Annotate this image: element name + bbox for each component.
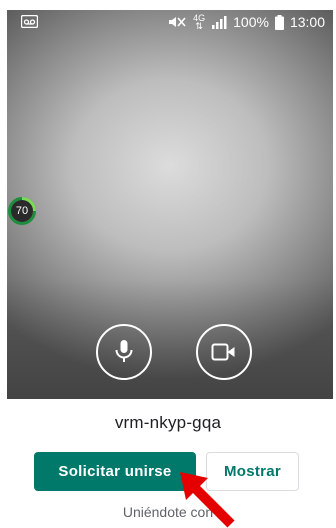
camera-icon: [211, 343, 235, 361]
microphone-toggle-button[interactable]: [96, 324, 152, 380]
camera-preview: 4G ⇅ 100% 13:00 70: [7, 10, 333, 399]
battery-icon: [274, 14, 284, 30]
status-time: 13:00: [289, 14, 325, 30]
meeting-code: vrm-nkyp-gqa: [114, 413, 222, 432]
joining-as-text: Uniéndote con: [122, 504, 214, 520]
battery-percent: 100%: [233, 14, 269, 30]
request-join-button[interactable]: Solicitar unirse: [34, 452, 196, 491]
mute-icon: [169, 17, 186, 27]
network-4g-icon: 4G ⇅: [193, 13, 206, 31]
performance-badge: 70: [8, 197, 36, 225]
microphone-icon: [115, 340, 133, 362]
badge-value: 70: [11, 200, 33, 222]
network-type: 4G: [193, 13, 206, 23]
status-bar: 4G ⇅ 100% 13:00: [7, 10, 333, 36]
signal-icon: [212, 16, 227, 29]
camera-toggle-button[interactable]: [196, 324, 252, 380]
annotation-arrow-icon: [180, 472, 235, 528]
voicemail-icon: [21, 15, 38, 28]
